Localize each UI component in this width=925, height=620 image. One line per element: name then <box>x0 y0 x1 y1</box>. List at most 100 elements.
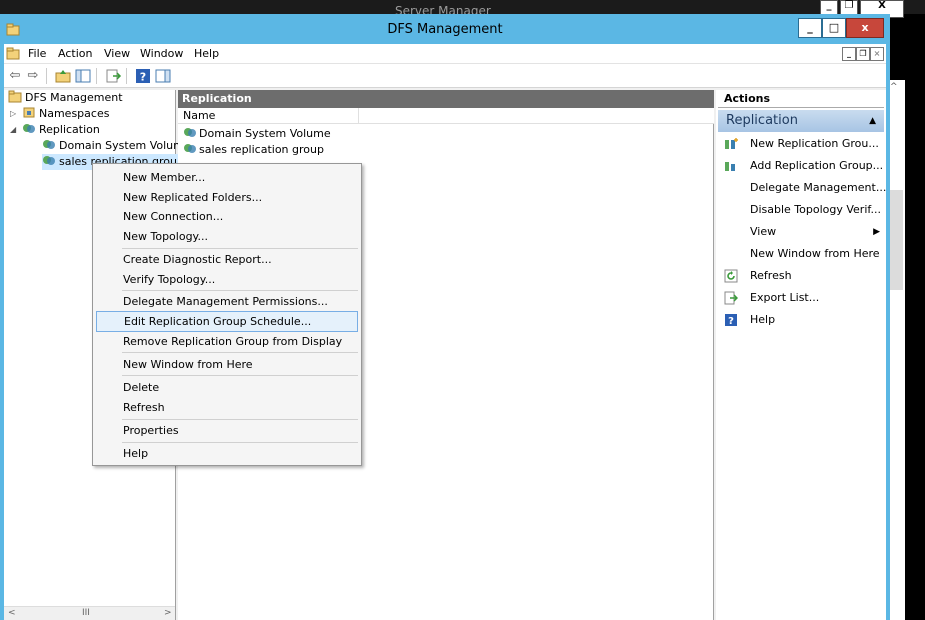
show-hide-action-pane-icon[interactable] <box>154 67 172 85</box>
action-label: Delegate Management... <box>750 181 887 194</box>
tree-label: Domain System Volume <box>59 139 191 152</box>
collapse-replication-icon[interactable]: ◢ <box>10 122 16 138</box>
action-export-list[interactable]: Export List... <box>718 288 884 308</box>
back-arrow-icon[interactable]: ⇦ <box>6 67 24 85</box>
list-item[interactable]: Domain System Volume <box>183 126 331 142</box>
forward-arrow-icon[interactable]: ⇨ <box>24 67 42 85</box>
action-label: Refresh <box>750 269 792 282</box>
mdi-restore-button[interactable]: ❐ <box>856 47 870 61</box>
action-label: Disable Topology Verif... <box>750 203 881 216</box>
context-menu: New Member... New Replicated Folders... … <box>92 163 362 466</box>
background-window-title: Server Manager <box>395 5 491 14</box>
replication-group-icon <box>43 140 55 149</box>
replication-group-icon <box>184 128 196 137</box>
action-delegate-management[interactable]: Delegate Management... <box>718 178 887 198</box>
action-label: Add Replication Group... <box>750 159 884 172</box>
refresh-icon <box>724 269 738 283</box>
action-label: View <box>750 225 777 238</box>
menu-item-verify-topology[interactable]: Verify Topology... <box>96 269 358 290</box>
actions-pane: Actions Replication ▲ New Replication Gr… <box>716 90 886 620</box>
actions-section-replication[interactable]: Replication ▲ <box>718 110 884 132</box>
menu-bar: File Action View Window Help _ ❐ × <box>4 44 886 64</box>
expand-namespaces-icon[interactable]: ▷ <box>10 106 16 122</box>
menu-window[interactable]: Window <box>140 47 183 60</box>
menu-file[interactable]: File <box>28 47 46 60</box>
menu-item-help[interactable]: Help <box>96 443 358 464</box>
list-item-label: Domain System Volume <box>199 127 331 140</box>
add-replication-group-icon <box>725 162 735 171</box>
mdi-controls: _ ❐ × <box>842 47 884 61</box>
toolbar-separator <box>96 68 97 84</box>
action-new-window-from-here[interactable]: New Window from Here <box>718 244 884 264</box>
tree-node-domain-system-volume[interactable]: Domain System Volume <box>42 138 191 154</box>
list-item-label: sales replication group <box>199 143 324 156</box>
column-name[interactable]: Name <box>183 109 215 122</box>
background-window-strip: Server Manager <box>0 0 925 14</box>
action-refresh[interactable]: Refresh <box>718 266 884 286</box>
menu-item-delete[interactable]: Delete <box>96 377 358 398</box>
menu-item-delegate-management-permissions[interactable]: Delegate Management Permissions... <box>96 291 358 312</box>
action-label: Export List... <box>750 291 820 304</box>
menu-item-create-diagnostic-report[interactable]: Create Diagnostic Report... <box>96 249 358 270</box>
list-item[interactable]: sales replication group <box>183 142 324 158</box>
scroll-left-icon[interactable]: < <box>8 607 16 620</box>
menu-item-new-member[interactable]: New Member... <box>96 167 358 188</box>
tree-node-dfs-management[interactable]: DFS Management <box>8 90 123 106</box>
menu-action[interactable]: Action <box>58 47 92 60</box>
minimize-button[interactable]: _ <box>798 18 822 38</box>
export-list-icon[interactable] <box>104 67 122 85</box>
menu-item-edit-replication-group-schedule[interactable]: Edit Replication Group Schedule... <box>96 311 358 332</box>
window-title: DFS Management <box>387 22 503 37</box>
action-view[interactable]: View ▶ <box>718 222 884 242</box>
scroll-up-icon[interactable]: ^ <box>890 82 898 92</box>
results-header: Replication <box>178 90 714 108</box>
svg-text:?: ? <box>140 71 146 84</box>
action-add-replication-group[interactable]: Add Replication Group... <box>718 156 884 176</box>
menu-item-refresh[interactable]: Refresh <box>96 397 358 418</box>
menu-view[interactable]: View <box>104 47 130 60</box>
action-new-replication-group[interactable]: New Replication Grou... <box>718 134 884 154</box>
toolbar-separator <box>46 68 47 84</box>
menu-separator <box>122 375 358 376</box>
menu-item-new-window-from-here[interactable]: New Window from Here <box>96 354 358 375</box>
tree-node-namespaces[interactable]: Namespaces <box>22 106 109 122</box>
menu-item-properties[interactable]: Properties <box>96 420 358 441</box>
scroll-right-icon[interactable]: > <box>164 607 172 620</box>
tree-node-replication[interactable]: Replication <box>22 122 100 138</box>
title-bar[interactable]: DFS Management _ □ x <box>0 14 890 44</box>
action-label: New Replication Grou... <box>750 137 879 150</box>
tree-label: Replication <box>39 123 100 136</box>
menu-item-new-replicated-folders[interactable]: New Replicated Folders... <box>96 187 358 208</box>
replication-icon <box>23 124 35 133</box>
toolbar-separator <box>126 68 127 84</box>
column-divider[interactable] <box>358 108 359 124</box>
mdi-close-button[interactable]: × <box>870 47 884 61</box>
menu-separator <box>122 352 358 353</box>
submenu-arrow-icon: ▶ <box>873 227 880 237</box>
help-icon[interactable]: ? <box>134 67 152 85</box>
replication-group-icon <box>184 144 196 153</box>
help-icon: ? <box>725 314 737 327</box>
action-disable-topology-verification[interactable]: Disable Topology Verif... <box>718 200 884 220</box>
tree-label: Namespaces <box>39 107 110 120</box>
menu-item-new-connection[interactable]: New Connection... <box>96 206 358 227</box>
scroll-thumb[interactable] <box>889 190 903 290</box>
action-help[interactable]: ? Help <box>718 310 884 330</box>
menu-help[interactable]: Help <box>194 47 219 60</box>
actions-header: Actions <box>718 90 884 108</box>
menu-item-remove-replication-group-from-display[interactable]: Remove Replication Group from Display <box>96 331 358 352</box>
namespaces-icon <box>23 107 35 118</box>
svg-text:?: ? <box>728 316 734 327</box>
show-hide-tree-icon[interactable] <box>74 67 92 85</box>
replication-group-icon <box>43 156 55 165</box>
menu-item-new-topology[interactable]: New Topology... <box>96 226 358 247</box>
collapse-triangle-icon[interactable]: ▲ <box>869 110 876 132</box>
tree-horizontal-scrollbar[interactable]: < III > <box>4 606 175 620</box>
mdi-minimize-button[interactable]: _ <box>842 47 856 61</box>
maximize-button[interactable]: □ <box>822 18 846 38</box>
scroll-thumb-grip[interactable]: III <box>82 607 90 620</box>
mmc-document-icon[interactable] <box>6 46 20 60</box>
action-label: Help <box>750 313 776 326</box>
up-folder-icon[interactable] <box>54 67 72 85</box>
close-button[interactable]: x <box>846 18 884 38</box>
